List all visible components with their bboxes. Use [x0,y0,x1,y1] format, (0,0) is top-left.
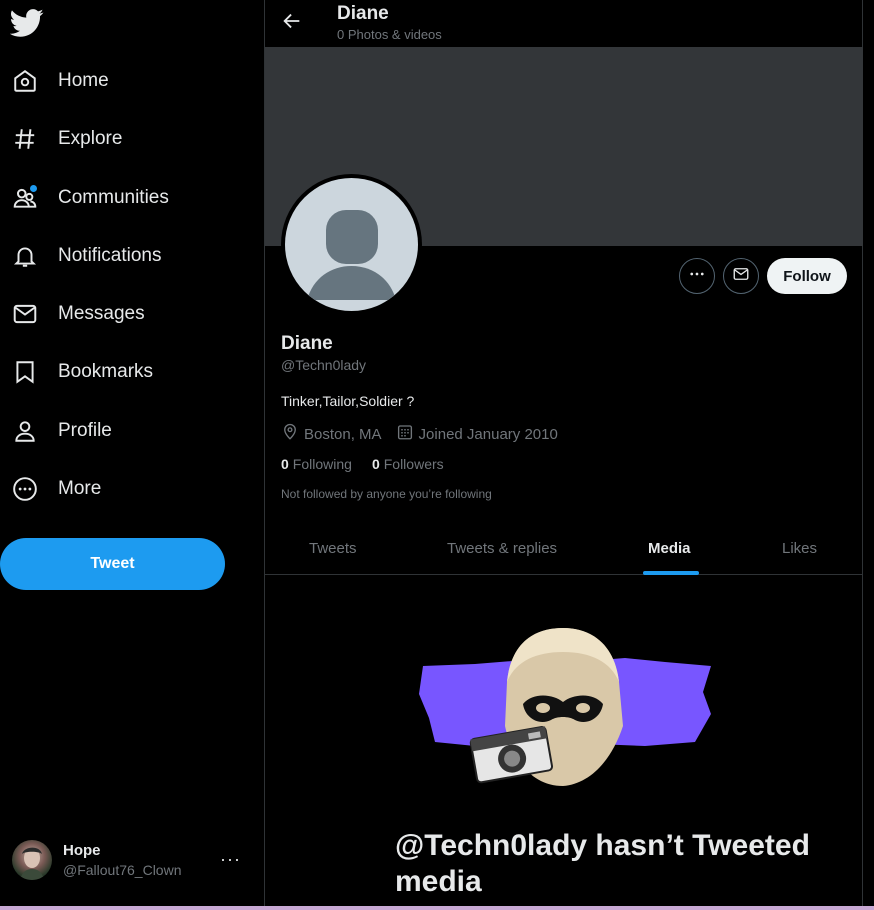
more-dots-icon [688,265,706,288]
hashtag-icon [0,117,50,161]
message-button[interactable] [723,258,759,294]
following-link[interactable]: 0 Following [281,456,352,472]
media-count: 0 Photos & videos [337,27,442,42]
sidebar-item-more[interactable]: More [0,467,240,511]
sidebar-item-label: Home [58,70,109,91]
notification-dot [30,185,37,192]
sidebar-item-home[interactable]: Home [0,59,240,103]
profile-meta: Boston, MA Joined January 2010 [281,423,572,445]
sidebar: Home Explore Communities Notifications M… [0,0,264,910]
sidebar-item-label: More [58,478,102,499]
page-title: Diane [337,3,389,24]
default-avatar-icon [285,178,418,311]
tweet-button[interactable]: Tweet [0,538,225,590]
tab-media[interactable]: Media [648,521,691,575]
followers-label: Followers [383,456,444,472]
envelope-icon [0,292,50,336]
twitter-profile-page: Home Explore Communities Notifications M… [0,0,874,910]
envelope-icon [732,265,750,288]
twitter-bird-icon[interactable] [9,6,44,40]
sidebar-item-label: Explore [58,128,123,149]
account-name: Hope [63,842,101,859]
join-date-text: Joined January 2010 [418,425,558,443]
sidebar-item-bookmarks[interactable]: Bookmarks [0,350,240,394]
more-circle-icon [0,467,50,511]
profile-handle: @Techn0lady [281,357,367,373]
profile-tabs: Tweets Tweets & replies Media Likes [265,521,863,575]
tab-likes[interactable]: Likes [782,521,817,575]
follow-button[interactable]: Follow [767,258,847,294]
sidebar-item-messages[interactable]: Messages [0,292,240,336]
main-column: Diane 0 Photos & videos Follow Diane @Te… [264,0,863,906]
more-options-button[interactable] [679,258,715,294]
sidebar-item-label: Profile [58,420,112,441]
calendar-icon [396,423,419,445]
back-arrow-icon[interactable] [281,10,303,32]
followers-count: 0 [371,456,380,472]
following-count: 0 [281,456,289,472]
account-handle: @Fallout76_Clown [63,862,182,878]
tab-tweets-replies[interactable]: Tweets & replies [447,521,557,575]
sidebar-item-label: Bookmarks [58,361,154,382]
tab-tweets[interactable]: Tweets [309,521,357,575]
person-icon [0,409,50,453]
following-label: Following [292,456,352,472]
follow-stats: 0 Following 0 Followers [281,456,464,472]
active-tab-indicator [643,571,699,575]
profile-bio: Tinker,Tailor,Soldier ? [281,393,415,409]
account-switcher[interactable]: Hope @Fallout76_Clown ··· [0,835,250,885]
profile-name: Diane [281,333,333,354]
bookmark-icon [0,350,50,394]
empty-media-illustration [415,622,715,792]
followed-by-note: Not followed by anyone you’re following [281,487,492,501]
more-icon[interactable]: ··· [220,849,241,870]
join-date: Joined January 2010 [396,423,558,445]
window-bottom-edge [0,906,874,910]
avatar [12,840,52,880]
sidebar-item-notifications[interactable]: Notifications [0,234,240,278]
followers-link[interactable]: 0 Followers [372,456,444,472]
sidebar-item-communities[interactable]: Communities [0,176,240,220]
profile-avatar[interactable] [281,174,422,315]
location-text: Boston, MA [304,425,382,443]
sidebar-item-explore[interactable]: Explore [0,117,240,161]
communities-icon [0,176,50,220]
location: Boston, MA [281,423,382,445]
sidebar-item-label: Messages [58,303,145,324]
sidebar-item-label: Communities [58,187,169,208]
sidebar-item-label: Notifications [58,245,162,266]
sidebar-item-profile[interactable]: Profile [0,409,240,453]
profile-header: Diane 0 Photos & videos [265,0,863,47]
home-icon [0,59,50,103]
empty-state-title: @Techn0lady hasn’t Tweeted media [395,829,810,898]
bell-icon [0,234,50,278]
location-pin-icon [281,423,304,445]
